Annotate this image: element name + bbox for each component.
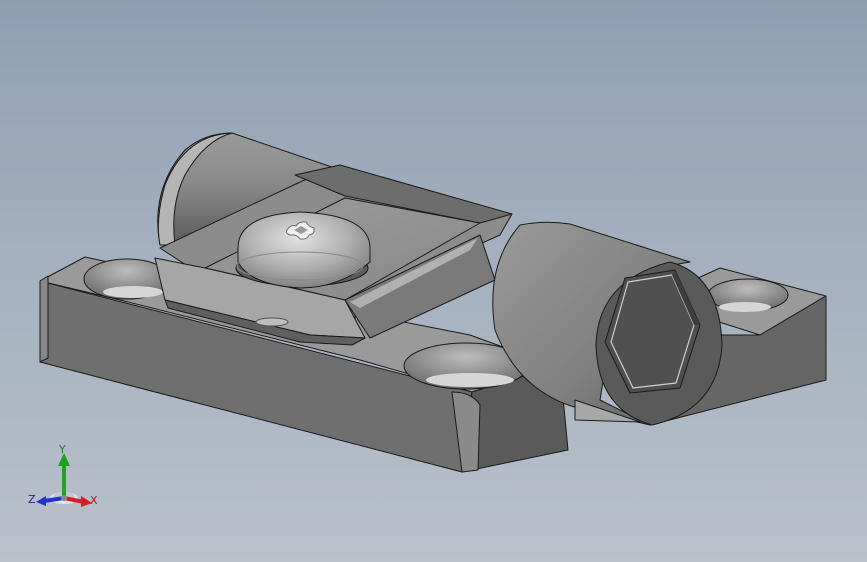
graphics-viewport[interactable]: Y Z X bbox=[0, 0, 867, 562]
x-axis-label: X bbox=[90, 494, 98, 507]
left-plate-corner-fillet bbox=[39, 275, 49, 363]
orientation-triad[interactable]: Y Z X bbox=[26, 440, 106, 516]
cad-model-hinge[interactable] bbox=[0, 0, 867, 562]
y-axis-label: Y bbox=[59, 443, 66, 456]
z-axis-label: Z bbox=[28, 493, 36, 506]
